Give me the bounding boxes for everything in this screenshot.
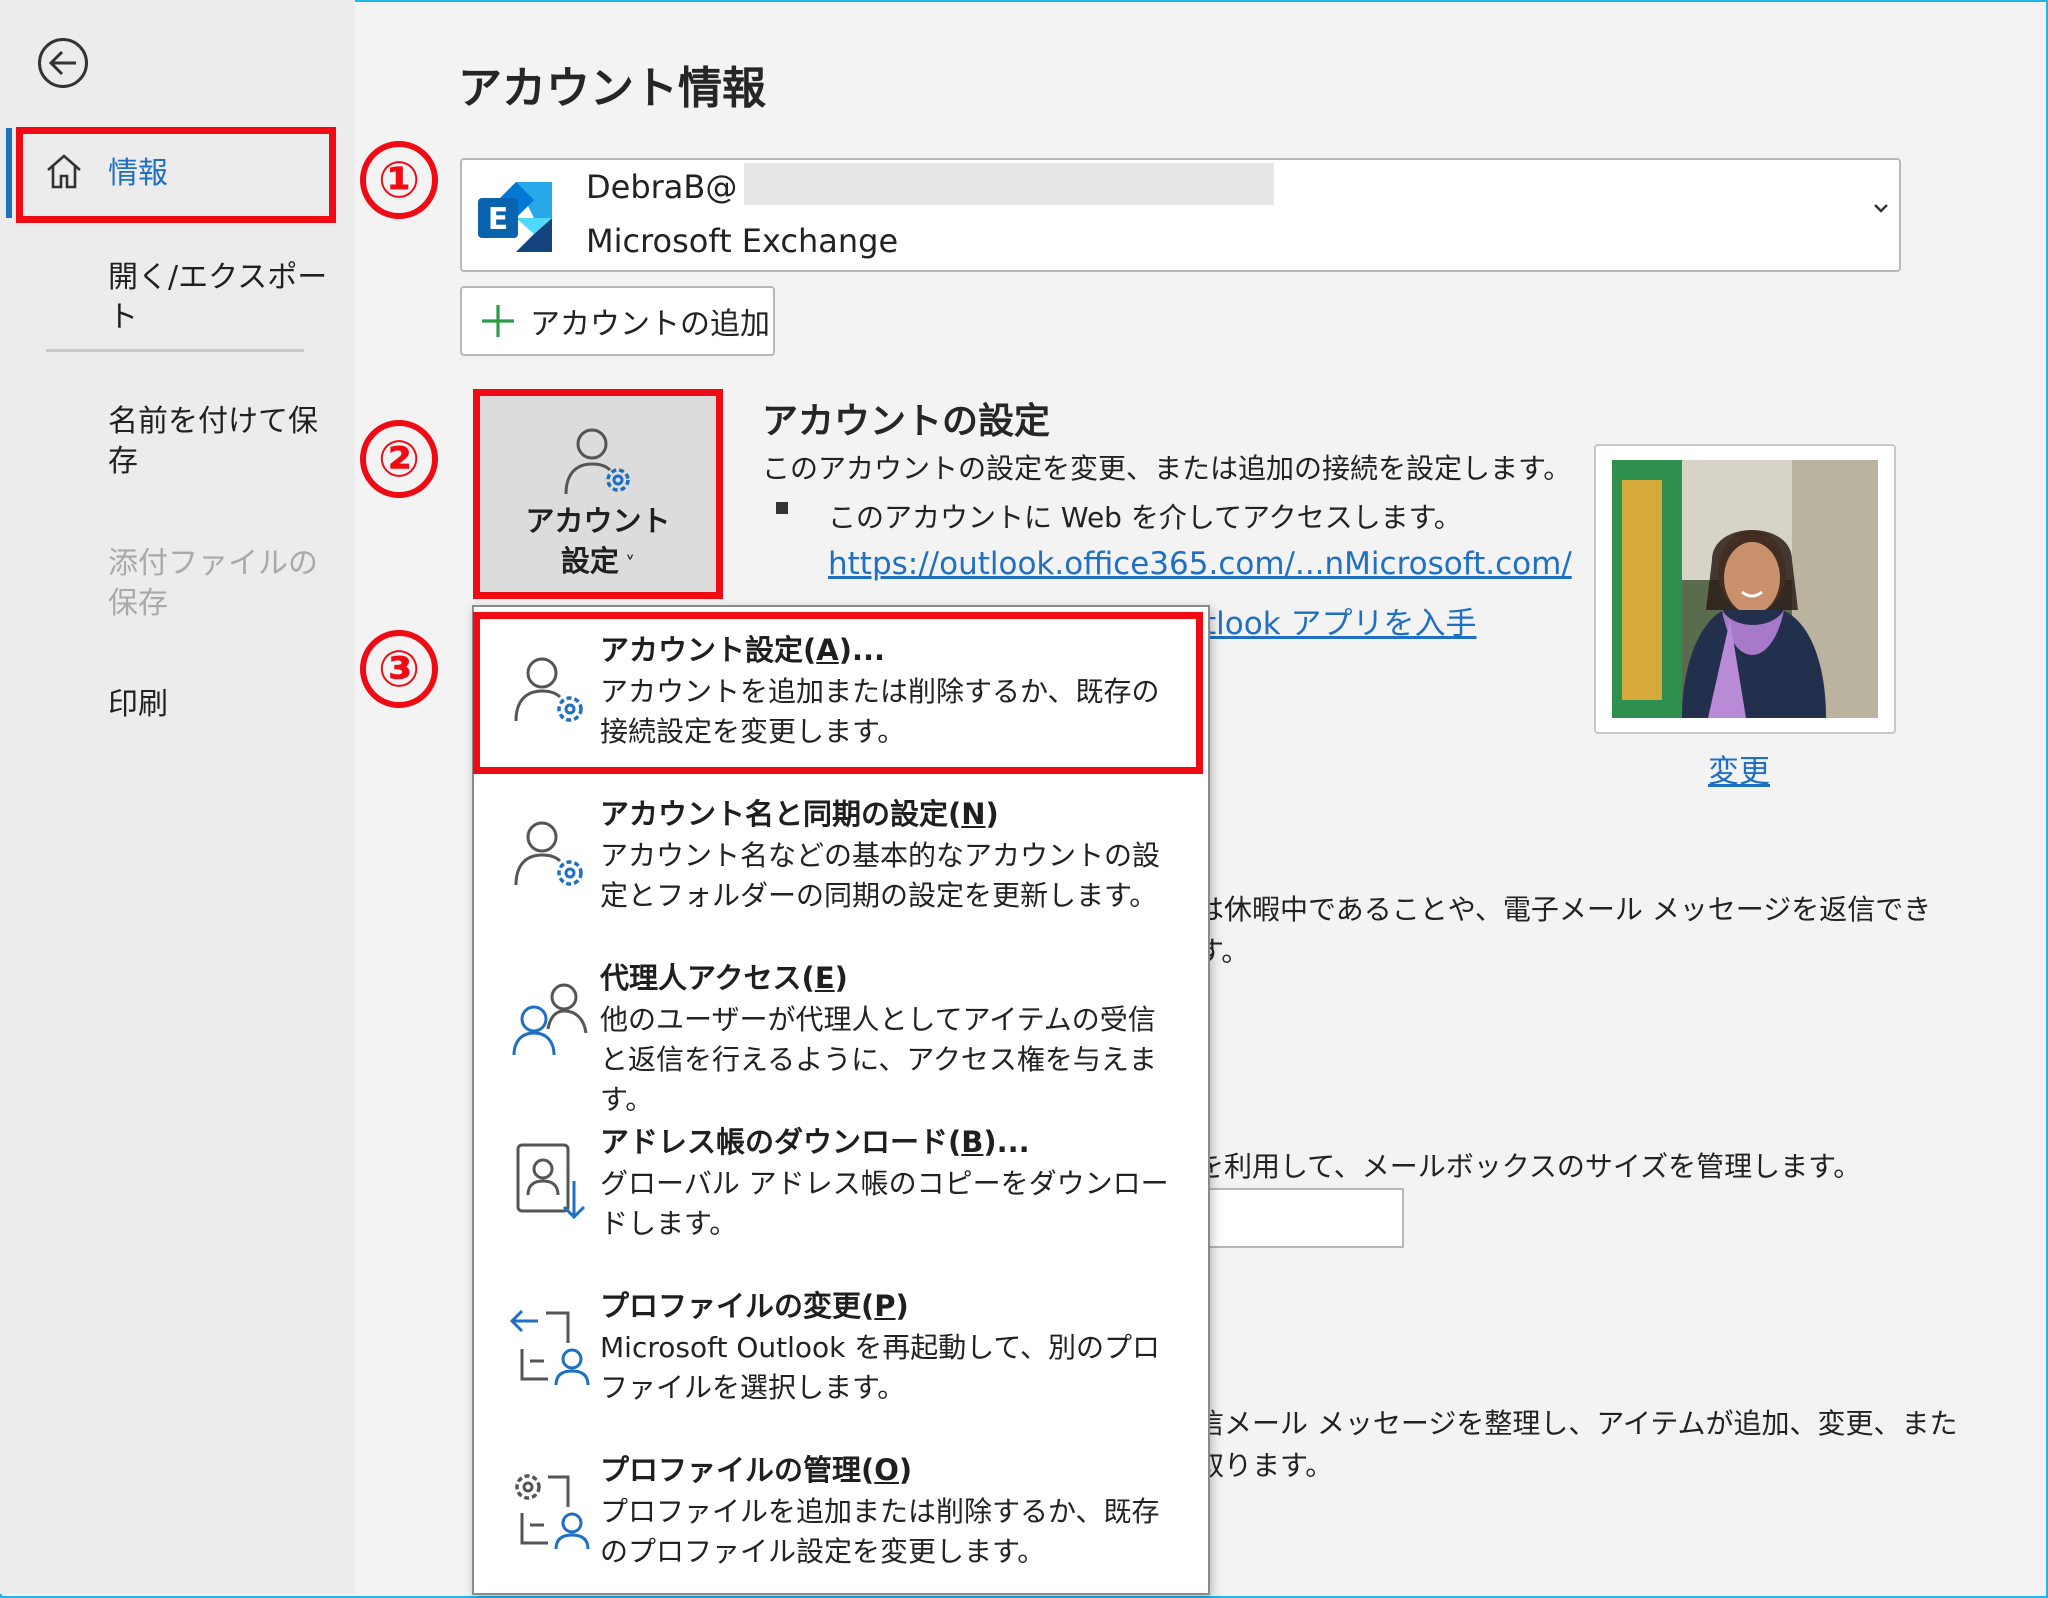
web-access-text: このアカウントに Web を介してアクセスします。: [828, 501, 1462, 534]
nav-selection-indicator: [6, 128, 12, 218]
menu-item-download-address-book[interactable]: アドレス帳のダウンロード(B)... グローバル アドレス帳のコピーをダウンロー…: [474, 1099, 1208, 1263]
change-profile-icon: [509, 1309, 590, 1386]
account-settings-heading: アカウントの設定: [762, 401, 1051, 442]
menu-item-title: アカウント名と同期の設定(N): [600, 797, 999, 831]
nav-divider: [46, 349, 304, 352]
rules-desc: 信メール メッセージを整理し、アイテムが追加、変更、また: [1196, 1407, 1958, 1440]
nav-item-save-attachments: 添付ファイルの保存: [108, 546, 318, 621]
profile-photo: [1612, 460, 1878, 718]
address-book-download-icon: [516, 1143, 586, 1220]
nav-item-print[interactable]: 印刷: [108, 685, 168, 725]
account-email: DebraB@: [586, 168, 738, 206]
back-button[interactable]: [38, 38, 88, 88]
get-outlook-app-link[interactable]: tlook アプリを入手: [1204, 598, 1477, 643]
exchange-logo-icon: E: [476, 178, 556, 256]
menu-item-desc: アカウント名などの基本的なアカウントの設定とフォルダーの同期の設定を更新します。: [600, 839, 1161, 912]
svg-text:E: E: [488, 202, 509, 237]
menu-item-desc: Microsoft Outlook を再起動して、別のプロファイルを選択します。: [600, 1331, 1161, 1404]
annotation-number-3: ③: [360, 630, 438, 708]
redacted-email-bar: [744, 163, 1274, 205]
annotation-number-2: ②: [360, 420, 438, 498]
annotation-number-1: ①: [360, 141, 438, 219]
delegate-icon: [512, 983, 588, 1056]
menu-item-title: プロファイルの変更(P): [600, 1289, 909, 1323]
annotation-box-menu-item: [473, 612, 1203, 774]
add-account-label: アカウントの追加: [530, 307, 770, 342]
annotation-box-account-settings: [473, 389, 723, 599]
menu-item-change-profile[interactable]: プロファイルの変更(P) Microsoft Outlook を再起動して、別の…: [474, 1263, 1208, 1427]
menu-item-account-name-sync[interactable]: アカウント名と同期の設定(N) アカウント名などの基本的なアカウントの設定とフォ…: [474, 771, 1208, 935]
backstage-nav: 情報 開く/エクスポート 名前を付けて保存 添付ファイルの保存 印刷: [0, 0, 355, 1594]
menu-item-title: アドレス帳のダウンロード(B)...: [600, 1125, 1030, 1159]
back-arrow-icon: [48, 50, 76, 76]
menu-item-title: 代理人アクセス(E): [600, 961, 848, 995]
account-settings-desc: このアカウントの設定を変更、または追加の接続を設定します。: [762, 452, 1572, 485]
menu-item-desc: プロファイルを追加または削除するか、既存のプロファイル設定を変更します。: [600, 1495, 1160, 1568]
menu-item-desc: グローバル アドレス帳のコピーをダウンロードします。: [600, 1167, 1169, 1240]
menu-item-delegate-access[interactable]: 代理人アクセス(E) 他のユーザーが代理人としてアイテムの受信と返信を行えるよう…: [474, 935, 1208, 1116]
auto-reply-desc: は休暇中であることや、電子メール メッセージを返信でき: [1196, 893, 1932, 926]
bullet-icon: [776, 502, 788, 514]
menu-item-manage-profiles[interactable]: プロファイルの管理(O) プロファイルを追加または削除するか、既存のプロファイル…: [474, 1427, 1208, 1591]
account-sync-icon: [514, 821, 583, 886]
mailbox-desc: を利用して、メールボックスのサイズを管理します。: [1196, 1150, 1862, 1183]
annotation-box-info: [16, 127, 336, 223]
menu-item-title: プロファイルの管理(O): [600, 1453, 913, 1487]
account-type: Microsoft Exchange: [586, 222, 899, 260]
nav-item-open-export[interactable]: 開く/エクスポート: [108, 258, 355, 338]
change-photo-link[interactable]: 変更: [1708, 746, 1770, 791]
manage-profile-icon: [515, 1474, 590, 1550]
owa-url-link[interactable]: https://outlook.office365.com/...nMicros…: [828, 546, 1572, 582]
add-account-button[interactable]: アカウントの追加: [460, 286, 775, 356]
page-title: アカウント情報: [458, 63, 766, 114]
plus-icon: [482, 305, 514, 337]
profile-photo-frame: [1594, 444, 1896, 734]
nav-item-save-as[interactable]: 名前を付けて保存: [108, 402, 318, 482]
rules-desc-end: 取ります。: [1196, 1449, 1334, 1482]
chevron-down-icon[interactable]: [1872, 200, 1890, 219]
